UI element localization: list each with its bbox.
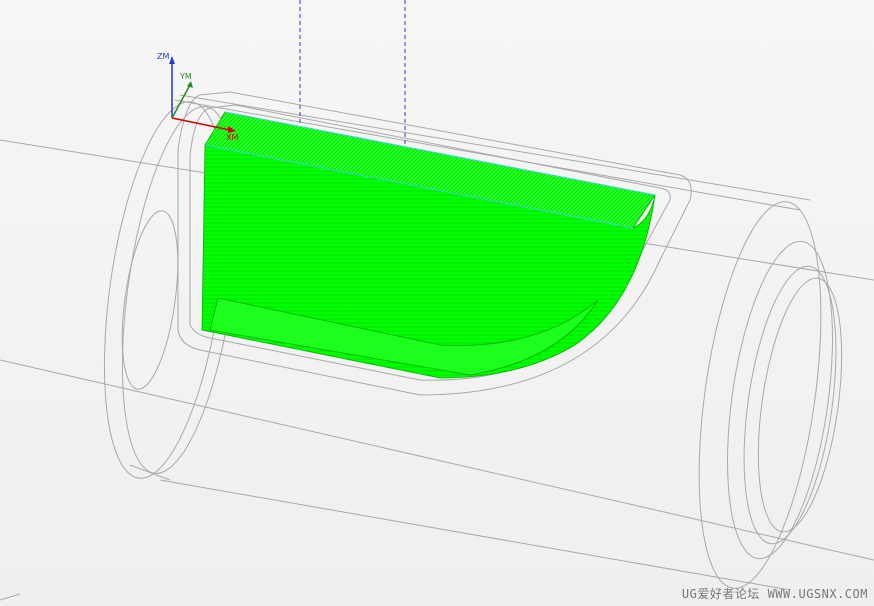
axis-x-label: XM	[226, 133, 238, 142]
toolpath-region[interactable]	[201, 111, 656, 379]
axis-z-label: ZM	[157, 52, 169, 61]
axis-y-arrow	[187, 81, 193, 88]
watermark-text: UG爱好者论坛 WWW.UGSNX.COM	[681, 587, 868, 601]
model-scene[interactable]: ZM YM XM	[0, 0, 874, 606]
wcs-triad[interactable]: ZM YM XM	[157, 52, 238, 142]
axis-z-arrow	[169, 56, 175, 64]
axis-y-label: YM	[179, 72, 192, 81]
graphics-viewport[interactable]: ZM YM XM UG爱好者论坛 WWW.UGSNX.COM	[0, 0, 874, 606]
